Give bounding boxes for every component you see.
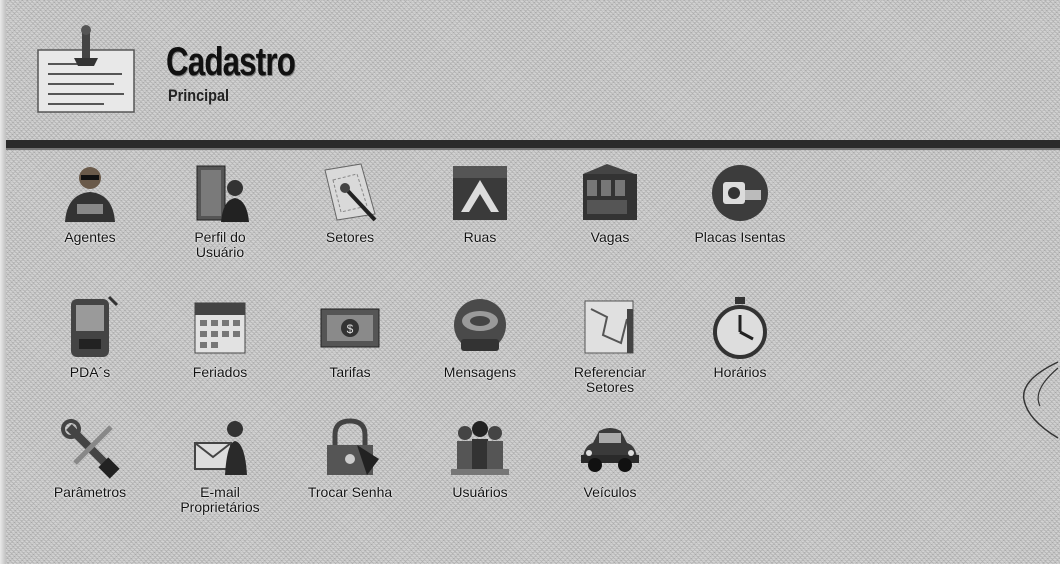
pda-icon <box>71 295 119 357</box>
messages-icon <box>454 299 506 351</box>
clock-icon <box>713 297 767 359</box>
menu-item-referenciar-setores[interactable]: Referenciar Setores <box>540 295 680 410</box>
vehicle-icon <box>581 428 639 472</box>
tools-icon <box>61 419 120 479</box>
streets-icon <box>453 166 507 220</box>
email-icon <box>194 421 247 475</box>
lock-icon <box>327 418 379 475</box>
exempt-plates-icon <box>712 165 768 221</box>
menu-item-label: Horários <box>713 364 767 380</box>
menu-item-vagas[interactable]: Vagas <box>540 160 680 275</box>
map-icon <box>584 300 634 354</box>
menu-item-tarifas[interactable]: $ Tarifas <box>280 295 420 410</box>
menu-item-parametros[interactable]: Parâmetros <box>20 415 160 530</box>
agent-icon <box>65 167 115 222</box>
calendar-icon <box>194 302 246 354</box>
menu-item-label: Parâmetros <box>53 484 127 500</box>
user-profile-icon <box>196 165 249 222</box>
menu-grid: Agentes Perfil do Usuário Setores Ruas V… <box>0 150 1060 560</box>
menu-item-usuarios[interactable]: Usuários <box>410 415 550 530</box>
menu-item-email-proprietarios[interactable]: E-mail Proprietários <box>150 415 290 530</box>
menu-item-label: Agentes <box>64 229 116 245</box>
menu-item-label: Usuários <box>452 484 508 500</box>
menu-item-horarios[interactable]: Horários <box>670 295 810 410</box>
menu-item-label: Vagas <box>590 229 630 245</box>
document-form-icon <box>37 25 135 113</box>
menu-item-label: Feriados <box>192 364 248 380</box>
page-header: Cadastro Principal <box>6 0 1060 138</box>
menu-item-label: Ruas <box>463 229 497 245</box>
menu-item-label: Setores <box>325 229 375 245</box>
menu-item-label: Perfil do Usuário <box>194 229 246 260</box>
menu-item-label: Referenciar Setores <box>573 364 647 395</box>
menu-item-label: Veículos <box>583 484 637 500</box>
menu-item-pdas[interactable]: PDA´s <box>20 295 160 410</box>
page-subtitle: Principal <box>168 86 230 105</box>
svg-text:$: $ <box>347 322 354 336</box>
menu-item-veiculos[interactable]: Veículos <box>540 415 680 530</box>
menu-item-label: Mensagens <box>443 364 517 380</box>
menu-item-ruas[interactable]: Ruas <box>410 160 550 275</box>
users-icon <box>451 421 509 475</box>
menu-item-label: PDA´s <box>69 364 111 380</box>
menu-item-label: Trocar Senha <box>307 484 393 500</box>
menu-item-setores[interactable]: Setores <box>280 160 420 275</box>
menu-item-label: Placas Isentas <box>694 229 786 245</box>
sectors-icon <box>324 163 377 222</box>
menu-item-feriados[interactable]: Feriados <box>150 295 290 410</box>
page-title: Cadastro <box>166 40 296 84</box>
menu-item-placas-isentas[interactable]: Placas Isentas <box>670 160 810 275</box>
parking-spots-icon <box>583 164 637 220</box>
menu-item-trocar-senha[interactable]: Trocar Senha <box>280 415 420 530</box>
menu-item-mensagens[interactable]: Mensagens <box>410 295 550 410</box>
menu-item-perfil-usuario[interactable]: Perfil do Usuário <box>150 160 290 275</box>
margin-doodle <box>1022 361 1059 439</box>
money-icon: $ <box>320 308 380 348</box>
menu-item-agentes[interactable]: Agentes <box>20 160 160 275</box>
menu-item-label: Tarifas <box>329 364 371 380</box>
header-divider <box>6 140 1060 150</box>
menu-item-label: E-mail Proprietários <box>180 484 260 515</box>
